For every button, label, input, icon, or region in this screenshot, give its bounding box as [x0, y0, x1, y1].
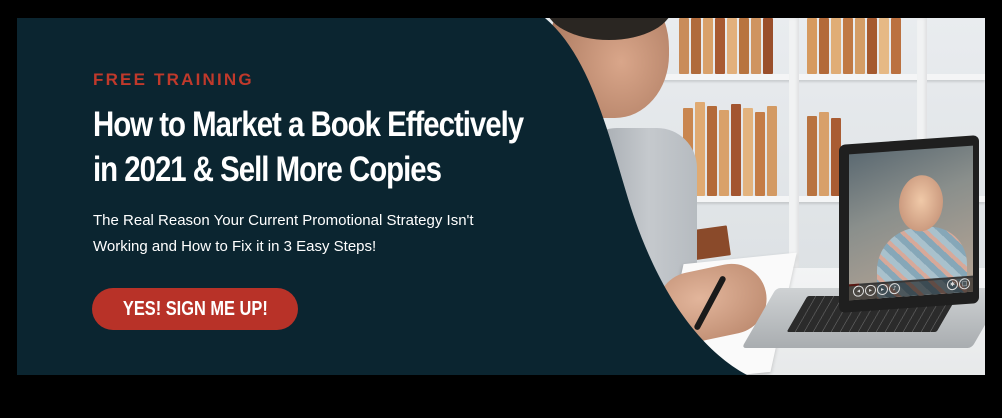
subheadline-line-2: Working and How to Fix it in 3 Easy Step…	[93, 238, 377, 255]
headline-line-2: in 2021 & Sell More Copies	[93, 150, 442, 189]
headline: How to Market a Book Effectively in 2021…	[93, 102, 597, 192]
headline-line-1: How to Market a Book Effectively	[93, 105, 524, 144]
letterbox-frame: ◂ ▸ ▸ ♪ ✱ □ FREE TRAINING How to Market …	[0, 0, 1002, 418]
banner-content: FREE TRAINING How to Market a Book Effec…	[93, 70, 613, 260]
promo-banner[interactable]: ◂ ▸ ▸ ♪ ✱ □ FREE TRAINING How to Market …	[17, 18, 985, 375]
sign-up-button-label: YES! SIGN ME UP!	[122, 297, 268, 320]
eyebrow-label: FREE TRAINING	[93, 70, 254, 89]
subheadline-line-1: The Real Reason Your Current Promotional…	[93, 212, 474, 229]
subheadline: The Real Reason Your Current Promotional…	[93, 208, 553, 260]
sign-up-button[interactable]: YES! SIGN ME UP!	[92, 288, 298, 330]
